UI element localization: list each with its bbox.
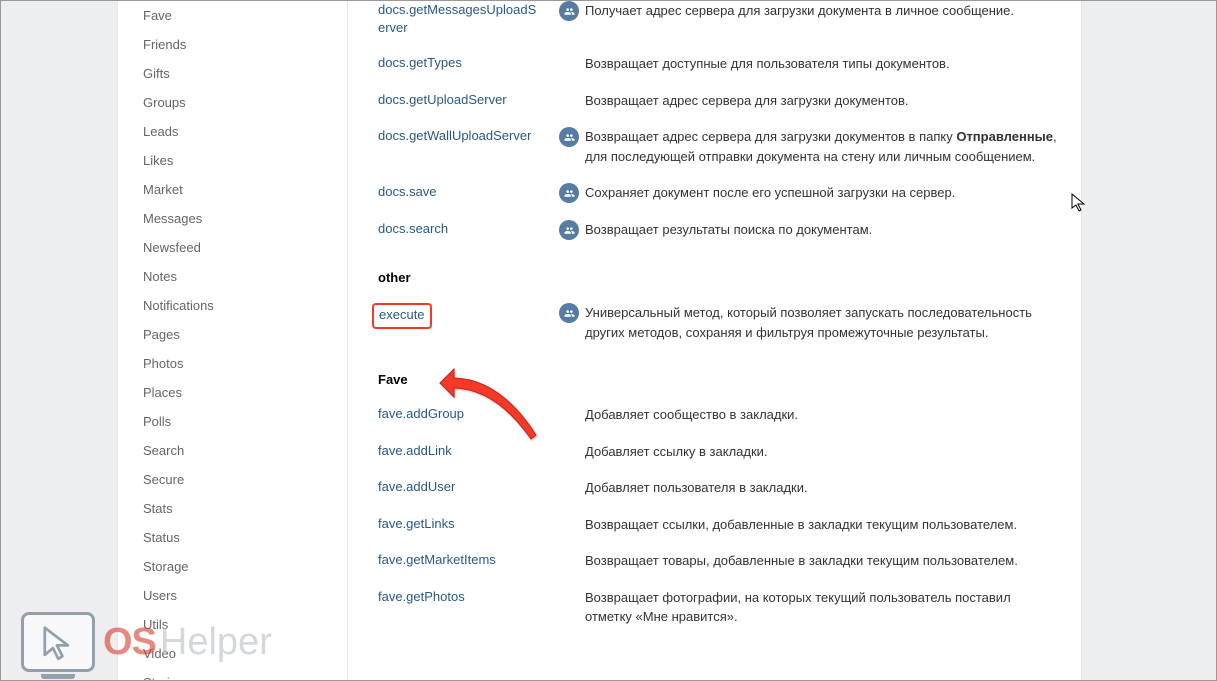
method-link-execute[interactable]: execute	[379, 307, 425, 322]
sidebar-item-messages[interactable]: Messages	[143, 204, 347, 233]
method-link-docs-getUploadServer[interactable]: docs.getUploadServer	[378, 92, 507, 107]
method-row: docs.save Сохраняет документ после его ус…	[378, 183, 1061, 203]
sidebar-item-notifications[interactable]: Notifications	[143, 291, 347, 320]
sidebar-item-utils[interactable]: Utils	[143, 610, 347, 639]
sidebar-item-groups[interactable]: Groups	[143, 88, 347, 117]
method-description: Универсальный метод, который позволяет з…	[585, 303, 1061, 342]
method-description: Возвращает результаты поиска по документ…	[585, 220, 1061, 240]
method-link-fave-addLink[interactable]: fave.addLink	[378, 443, 452, 458]
sidebar-item-notes[interactable]: Notes	[143, 262, 347, 291]
main-content: docs.getMessagesUploadServer Получает адр…	[348, 1, 1081, 680]
sidebar-item-storage[interactable]: Storage	[143, 552, 347, 581]
sidebar-item-newsfeed[interactable]: Newsfeed	[143, 233, 347, 262]
method-link-fave-addGroup[interactable]: fave.addGroup	[378, 406, 464, 421]
method-link-docs-search[interactable]: docs.search	[378, 221, 448, 236]
sidebar-item-search[interactable]: Search	[143, 436, 347, 465]
sidebar-item-users[interactable]: Users	[143, 581, 347, 610]
sidebar-item-friends[interactable]: Friends	[143, 30, 347, 59]
community-badge	[553, 303, 585, 323]
method-row: execute Универсальный метод, который позв…	[378, 303, 1061, 342]
highlight-box: execute	[372, 303, 432, 328]
sidebar-item-secure[interactable]: Secure	[143, 465, 347, 494]
method-link-docs-getWallUploadServer[interactable]: docs.getWallUploadServer	[378, 128, 531, 143]
method-description: Добавляет ссылку в закладки.	[585, 442, 1061, 462]
method-description: Возвращает адрес сервера для загрузки до…	[585, 127, 1061, 166]
sidebar-item-stories[interactable]: Stories	[143, 668, 347, 680]
sidebar-item-leads[interactable]: Leads	[143, 117, 347, 146]
method-link-docs-getTypes[interactable]: docs.getTypes	[378, 55, 462, 70]
method-link-fave-addUser[interactable]: fave.addUser	[378, 479, 455, 494]
sidebar-item-gifts[interactable]: Gifts	[143, 59, 347, 88]
method-row: fave.getMarketItems Возвращает товары, до…	[378, 551, 1061, 571]
section-title-other: other	[378, 270, 1061, 285]
sidebar-item-photos[interactable]: Photos	[143, 349, 347, 378]
method-row: fave.getLinks Возвращает ссылки, добавлен…	[378, 515, 1061, 535]
method-description: Получает адрес сервера для загрузки доку…	[585, 1, 1061, 21]
method-link-fave-getMarketItems[interactable]: fave.getMarketItems	[378, 552, 496, 567]
method-description: Возвращает адрес сервера для загрузки до…	[585, 91, 1061, 111]
community-badge	[553, 127, 585, 147]
method-description: Возвращает доступные для пользователя ти…	[585, 54, 1061, 74]
method-link-docs-save[interactable]: docs.save	[378, 184, 437, 199]
method-row: docs.search Возвращает результаты поиска …	[378, 220, 1061, 240]
sidebar-item-places[interactable]: Places	[143, 378, 347, 407]
method-description: Добавляет сообщество в закладки.	[585, 405, 1061, 425]
method-link-docs-getMessagesUploadServer[interactable]: docs.getMessagesUploadServer	[378, 2, 536, 35]
sidebar-item-polls[interactable]: Polls	[143, 407, 347, 436]
method-link-fave-getLinks[interactable]: fave.getLinks	[378, 516, 455, 531]
sidebar-item-likes[interactable]: Likes	[143, 146, 347, 175]
method-row: fave.addLink Добавляет ссылку в закладки.	[378, 442, 1061, 462]
method-link-fave-getPhotos[interactable]: fave.getPhotos	[378, 589, 465, 604]
method-row: docs.getUploadServer Возвращает адрес сер…	[378, 91, 1061, 111]
method-description: Возвращает товары, добавленные в закладк…	[585, 551, 1061, 571]
sidebar-item-video[interactable]: Video	[143, 639, 347, 668]
method-description: Добавляет пользователя в закладки.	[585, 478, 1061, 498]
method-row: fave.addUser Добавляет пользователя в зак…	[378, 478, 1061, 498]
sidebar-item-status[interactable]: Status	[143, 523, 347, 552]
method-description: Сохраняет документ после его успешной за…	[585, 183, 1061, 203]
section-title-fave: Fave	[378, 372, 1061, 387]
community-badge	[553, 220, 585, 240]
sidebar-item-fave[interactable]: Fave	[143, 1, 347, 30]
sidebar-item-market[interactable]: Market	[143, 175, 347, 204]
method-description: Возвращает фотографии, на которых текущи…	[585, 588, 1061, 627]
method-description: Возвращает ссылки, добавленные в закладк…	[585, 515, 1061, 535]
method-row: docs.getMessagesUploadServer Получает адр…	[378, 1, 1061, 37]
community-badge	[553, 1, 585, 21]
method-row: fave.getPhotos Возвращает фотографии, на …	[378, 588, 1061, 627]
method-row: docs.getTypes Возвращает доступные для по…	[378, 54, 1061, 74]
method-row: docs.getWallUploadServer Возвращает адрес…	[378, 127, 1061, 166]
sidebar-item-pages[interactable]: Pages	[143, 320, 347, 349]
community-badge	[553, 183, 585, 203]
sidebar-category-list: FaveFriendsGiftsGroupsLeadsLikesMarketMe…	[118, 1, 348, 680]
method-row: fave.addGroup Добавляет сообщество в закл…	[378, 405, 1061, 425]
sidebar-item-stats[interactable]: Stats	[143, 494, 347, 523]
